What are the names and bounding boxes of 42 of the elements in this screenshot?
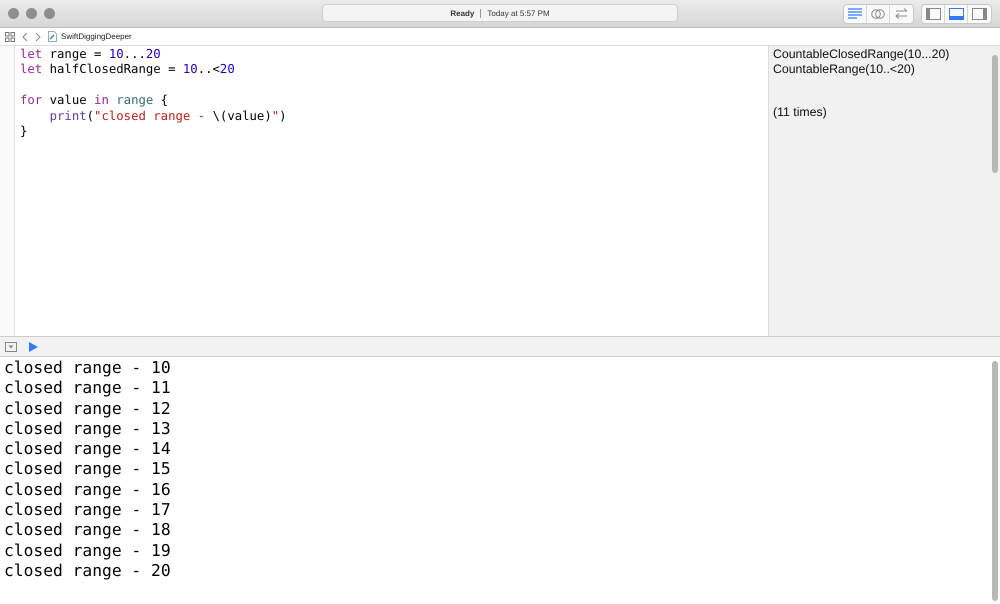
result-value: (11 times) [773, 105, 827, 120]
console-line: closed range - 11 [4, 378, 172, 399]
minimize-button[interactable] [26, 8, 37, 19]
code-line: } [20, 124, 28, 140]
status-time: Today at 5:57 PM [487, 8, 550, 18]
arrows-icon [894, 8, 909, 19]
status-text: Ready [450, 8, 474, 18]
result-value: CountableRange(10..<20) [773, 62, 915, 76]
close-button[interactable] [8, 8, 19, 19]
hide-debug-area-icon[interactable] [5, 342, 17, 352]
panel-toggle-control[interactable] [921, 4, 992, 24]
panel-icon [948, 8, 964, 20]
scrollbar[interactable] [992, 361, 998, 601]
console-line: closed range - 20 [4, 560, 172, 582]
code-line: let range = 10...20 [20, 47, 161, 62]
lines-icon [848, 8, 862, 19]
file-icon [48, 31, 57, 42]
grid-icon[interactable] [5, 32, 15, 42]
console-line: closed range - 10 [4, 358, 172, 378]
console-line: closed range - 12 [4, 398, 172, 419]
play-icon[interactable] [29, 342, 38, 352]
console-line: closed range - 18 [4, 520, 172, 541]
code-line: for value in range { [20, 93, 168, 109]
zoom-button[interactable] [44, 8, 55, 19]
forward-icon[interactable] [35, 32, 41, 42]
console-line: closed range - 13 [4, 418, 172, 440]
panel-icon [972, 8, 987, 20]
scrollbar[interactable] [992, 55, 998, 173]
result-value: CountableClosedRange(10...20) [773, 47, 950, 61]
code-editor[interactable]: let range = 10...20 let halfClosedRange = 10..<20 for value in range { print("closed range - \(value)") } [15, 46, 768, 336]
console-line: closed range - 16 [4, 480, 172, 500]
panel-icon [926, 8, 940, 20]
breadcrumb-item[interactable]: SwiftDiggingDeeper [61, 32, 132, 41]
code-line: let halfClosedRange = 10..<20 [20, 62, 235, 78]
overlapping-circles-icon [871, 8, 885, 20]
editor-mode-control[interactable] [843, 4, 914, 24]
code-line: print("closed range - \(value)") [50, 108, 287, 124]
console-line: closed range - 17 [4, 500, 172, 520]
console-line: closed range - 14 [4, 439, 172, 460]
console-line: closed range - 15 [4, 459, 172, 480]
back-icon[interactable] [22, 32, 28, 42]
console-line: closed range - 19 [4, 540, 172, 561]
